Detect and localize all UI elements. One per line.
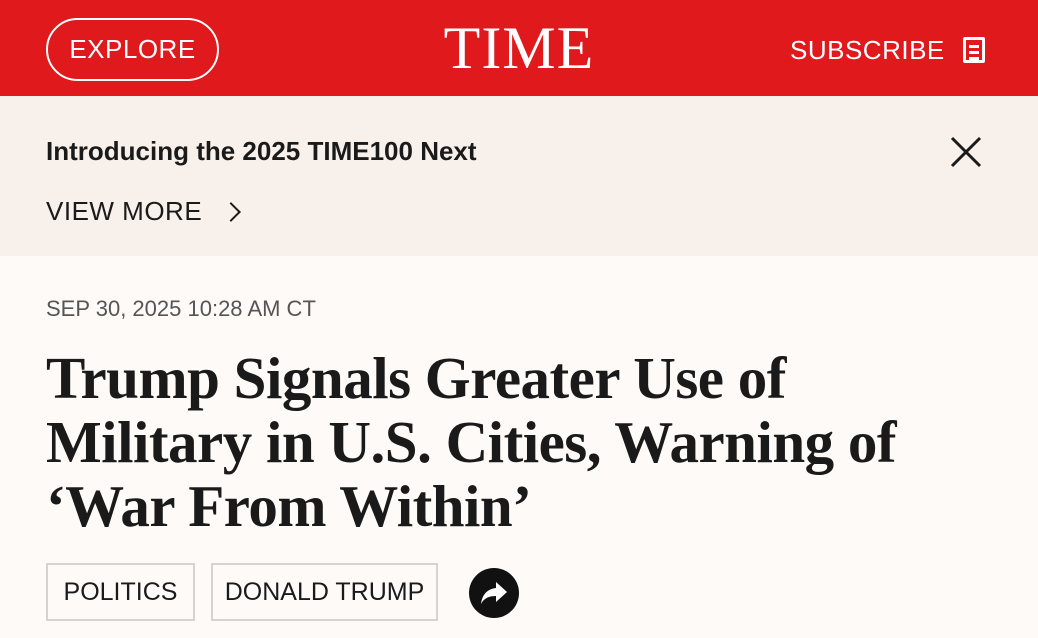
subscribe-button[interactable]: SUBSCRIBE	[790, 30, 985, 70]
share-arrow-graphic	[481, 582, 507, 604]
view-more-link[interactable]: VIEW MORE	[46, 196, 242, 227]
share-icon[interactable]	[469, 568, 519, 618]
top-navigation-bar: EXPLORE TIME SUBSCRIBE	[0, 0, 1038, 96]
explore-button[interactable]: EXPLORE	[46, 18, 219, 81]
promo-banner: Introducing the 2025 TIME100 Next VIEW M…	[0, 96, 1038, 256]
tag-politics[interactable]: POLITICS	[46, 563, 195, 621]
article-dateline: SEP 30, 2025 10:28 AM CT	[46, 296, 316, 321]
magazine-icon	[962, 37, 985, 63]
close-icon[interactable]	[946, 134, 986, 170]
subscribe-label: SUBSCRIBE	[790, 34, 945, 65]
view-more-label: VIEW MORE	[46, 196, 203, 226]
close-icon-graphic	[950, 136, 982, 168]
time-logo[interactable]: TIME	[434, 16, 604, 80]
promo-title: Introducing the 2025 TIME100 Next	[46, 136, 477, 166]
chevron-right-icon	[221, 201, 242, 222]
tag-donald-trump[interactable]: DONALD TRUMP	[211, 563, 438, 621]
article-headline: Trump Signals Greater Use of Military in…	[46, 345, 897, 539]
